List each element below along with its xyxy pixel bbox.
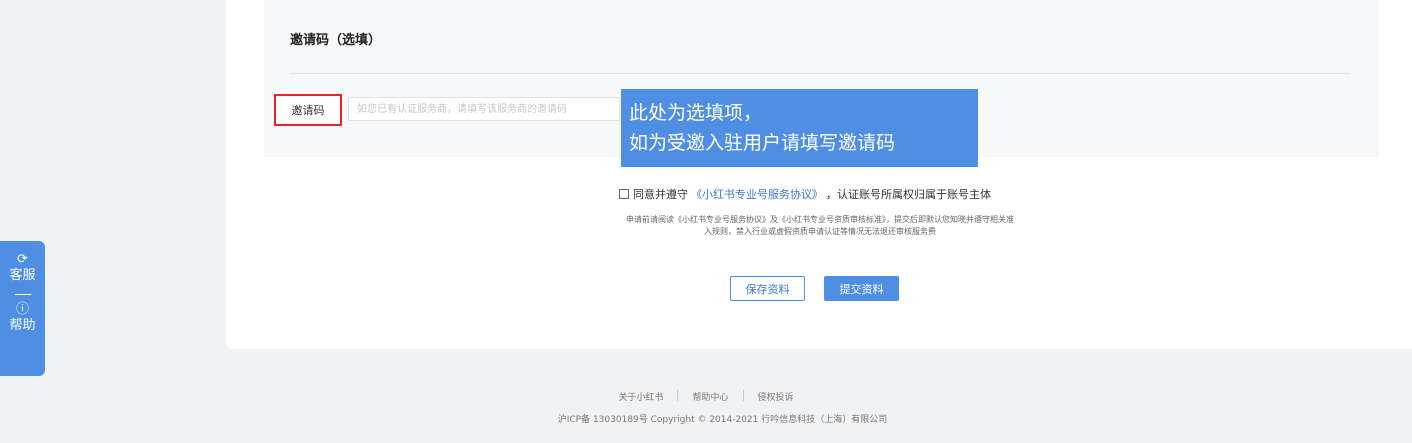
footer-separator bbox=[742, 390, 744, 401]
side-service-label[interactable]: 客服 bbox=[9, 267, 35, 285]
footer-separator bbox=[677, 390, 679, 401]
submit-button[interactable]: 提交资料 bbox=[824, 276, 899, 301]
tooltip-line-1: 此处为选填项， bbox=[629, 102, 763, 124]
side-divider bbox=[14, 294, 31, 295]
notice-line-1: 申请前请阅读《小红书专业号服务协议》及《小红书专业号资质审核标准》，提交后即默认… bbox=[626, 215, 1014, 224]
agreement-link[interactable]: 《小红书专业号服务协议》 bbox=[691, 186, 823, 202]
notice-text: 申请前请阅读《小红书专业号服务协议》及《小红书专业号资质审核标准》，提交后即默认… bbox=[560, 214, 1080, 238]
notice-line-2: 入规则，禁入行业或虚假资质申请认证等情况无法退还审核服务费 bbox=[704, 227, 936, 236]
annotation-tooltip: 此处为选填项， 如为受邀入驻用户请填写邀请码 bbox=[621, 89, 978, 167]
invite-code-label: 邀请码 bbox=[274, 94, 342, 126]
side-help-label[interactable]: 帮助 bbox=[9, 317, 35, 335]
footer-copyright: 沪ICP备 13030189号 Copyright © 2014-2021 行吟… bbox=[557, 415, 888, 425]
agreement-row: 同意并遵守 《小红书专业号服务协议》 ，认证账号所属权归属于账号主体 bbox=[619, 186, 991, 202]
save-button[interactable]: 保存资料 bbox=[730, 276, 805, 301]
footer-link-report[interactable]: 侵权投诉 bbox=[746, 390, 806, 403]
headset-icon[interactable]: ⟳ bbox=[17, 253, 28, 267]
tooltip-line-2: 如为受邀入驻用户请填写邀请码 bbox=[629, 132, 896, 154]
section-title: 邀请码（选填） bbox=[290, 33, 382, 48]
section-divider bbox=[290, 73, 1350, 74]
invite-code-input[interactable] bbox=[348, 97, 620, 121]
agreement-checkbox[interactable] bbox=[619, 189, 629, 199]
agreement-suffix: ，认证账号所属权归属于账号主体 bbox=[826, 188, 991, 201]
footer-link-about[interactable]: 关于小红书 bbox=[606, 390, 675, 403]
question-circle-icon[interactable]: ⓘ bbox=[16, 303, 29, 317]
footer-link-help[interactable]: 帮助中心 bbox=[680, 390, 740, 403]
footer-links: 关于小红书 帮助中心 侵权投诉 bbox=[0, 390, 1412, 403]
agreement-prefix: 同意并遵守 bbox=[633, 188, 688, 201]
side-float-panel: ⟳ 客服 ⓘ 帮助 bbox=[0, 241, 45, 376]
